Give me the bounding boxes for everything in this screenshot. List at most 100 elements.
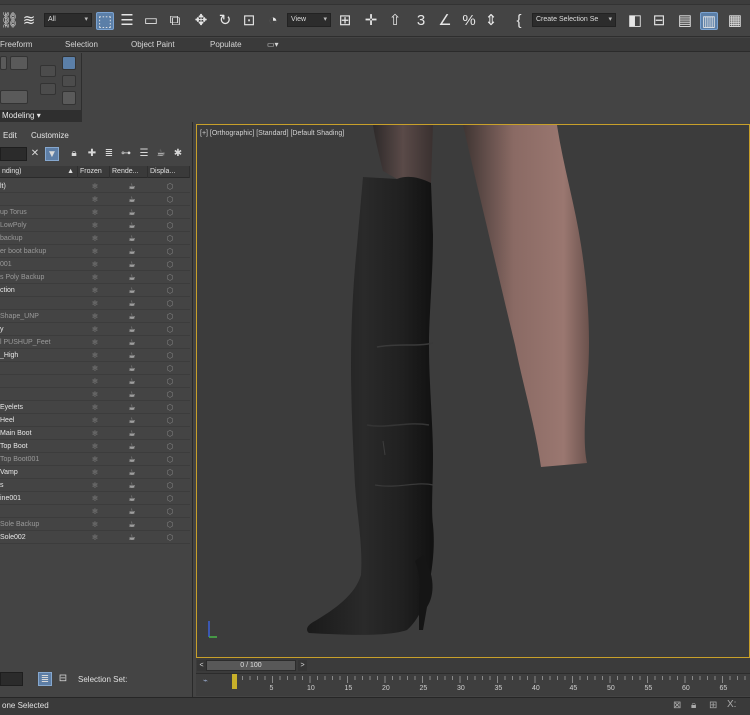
explorer-row[interactable]: ❄ ☕︎ ⬡ xyxy=(0,362,190,375)
renderable-toggle-icon[interactable]: ☕︎ xyxy=(114,479,150,492)
scale-icon[interactable]: ⊡ xyxy=(240,12,258,30)
display-toggle-icon[interactable]: ⬡ xyxy=(152,453,188,466)
renderable-toggle-icon[interactable]: ☕︎ xyxy=(114,206,150,219)
ribbon-options-icon[interactable]: ▭▾ xyxy=(267,38,279,52)
renderable-toggle-icon[interactable]: ☕︎ xyxy=(114,245,150,258)
renderable-toggle-icon[interactable]: ☕︎ xyxy=(114,323,150,336)
renderable-toggle-icon[interactable]: ☕︎ xyxy=(114,518,150,531)
frozen-toggle-icon[interactable]: ❄ xyxy=(80,323,110,336)
rotate-icon[interactable]: ↻ xyxy=(216,12,234,30)
frozen-toggle-icon[interactable]: ❄ xyxy=(80,388,110,401)
renderable-toggle-icon[interactable]: ☕︎ xyxy=(114,349,150,362)
selection-set-field[interactable] xyxy=(0,672,23,686)
frozen-toggle-icon[interactable]: ❄ xyxy=(80,440,110,453)
renderable-toggle-icon[interactable]: ☕︎ xyxy=(114,440,150,453)
frozen-toggle-icon[interactable]: ❄ xyxy=(80,453,110,466)
ribbon-button[interactable] xyxy=(0,56,7,70)
tab-selection[interactable]: Selection xyxy=(65,38,98,52)
frozen-toggle-icon[interactable]: ❄ xyxy=(80,193,110,206)
display-toggle-icon[interactable]: ⬡ xyxy=(152,271,188,284)
ribbon-button[interactable] xyxy=(10,56,28,70)
explorer-row[interactable]: ❄ ☕︎ ⬡ xyxy=(0,297,190,310)
display-layers-icon[interactable]: ⊟ xyxy=(56,672,70,686)
time-next-button[interactable]: > xyxy=(298,660,307,671)
display-toggle-icon[interactable]: ⬡ xyxy=(152,427,188,440)
time-cursor[interactable] xyxy=(232,674,237,689)
layer-stack-icon[interactable]: ☰ xyxy=(137,147,151,161)
explorer-row[interactable]: ❄ ☕︎ ⬡ xyxy=(0,375,190,388)
curve-editor-icon[interactable]: ⌁ xyxy=(203,676,217,688)
display-toggle-icon[interactable]: ⬡ xyxy=(152,414,188,427)
explorer-row[interactable]: Sole Backup ❄ ☕︎ ⬡ xyxy=(0,518,190,531)
align-icon[interactable]: ⊟ xyxy=(650,12,668,30)
explorer-row[interactable]: 001 ❄ ☕︎ ⬡ xyxy=(0,258,190,271)
explorer-row[interactable]: er boot backup ❄ ☕︎ ⬡ xyxy=(0,245,190,258)
explorer-row[interactable]: _High ❄ ☕︎ ⬡ xyxy=(0,349,190,362)
display-toggle-icon[interactable]: ⬡ xyxy=(152,492,188,505)
frozen-toggle-icon[interactable]: ❄ xyxy=(80,401,110,414)
frozen-toggle-icon[interactable]: ❄ xyxy=(80,336,110,349)
scene-explorer-icon[interactable]: ▤ xyxy=(676,12,694,30)
column-renderable[interactable]: Rende... xyxy=(110,166,148,178)
ribbon-button[interactable] xyxy=(40,83,56,95)
renderable-toggle-icon[interactable]: ☕︎ xyxy=(114,271,150,284)
display-toggle-icon[interactable]: ⬡ xyxy=(152,531,188,544)
frozen-toggle-icon[interactable]: ❄ xyxy=(80,310,110,323)
explorer-row[interactable]: y ❄ ☕︎ ⬡ xyxy=(0,323,190,336)
explorer-row[interactable]: LowPoly ❄ ☕︎ ⬡ xyxy=(0,219,190,232)
light-icon[interactable]: ✱ xyxy=(171,147,185,161)
ribbon-button[interactable] xyxy=(40,65,56,77)
explorer-row[interactable]: backup ❄ ☕︎ ⬡ xyxy=(0,232,190,245)
explorer-row[interactable]: ❄ ☕︎ ⬡ xyxy=(0,193,190,206)
ribbon-button-active[interactable] xyxy=(62,56,76,70)
explorer-row[interactable]: Top Boot001 ❄ ☕︎ ⬡ xyxy=(0,453,190,466)
explorer-search-input[interactable] xyxy=(0,147,27,161)
renderable-toggle-icon[interactable]: ☕︎ xyxy=(114,505,150,518)
frozen-toggle-icon[interactable]: ❄ xyxy=(80,375,110,388)
percent-snap-icon[interactable]: % xyxy=(460,12,478,30)
frozen-toggle-icon[interactable]: ❄ xyxy=(80,518,110,531)
track-bar[interactable] xyxy=(196,673,750,696)
tab-populate[interactable]: Populate xyxy=(210,38,242,52)
frozen-toggle-icon[interactable]: ❄ xyxy=(80,466,110,479)
display-toggle-icon[interactable]: ⬡ xyxy=(152,518,188,531)
layer-explorer-icon[interactable]: ▥ xyxy=(700,12,718,30)
teapot-icon[interactable]: ☕︎ xyxy=(154,147,168,161)
renderable-toggle-icon[interactable]: ☕︎ xyxy=(114,258,150,271)
display-toggle-icon[interactable]: ⬡ xyxy=(152,401,188,414)
explorer-row[interactable]: s ❄ ☕︎ ⬡ xyxy=(0,479,190,492)
ribbon-button[interactable] xyxy=(62,91,76,105)
layers-icon[interactable]: ≣ xyxy=(102,147,116,161)
display-toggle-icon[interactable]: ⬡ xyxy=(152,388,188,401)
column-name[interactable]: nding) ▲ xyxy=(0,166,78,178)
absolute-mode-icon[interactable]: ⊞ xyxy=(709,700,717,711)
spinner-snap-icon[interactable]: ⇕ xyxy=(482,12,500,30)
keyboard-shortcut-icon[interactable]: ⇧ xyxy=(386,12,404,30)
selection-lock-icon[interactable]: 🔒︎ xyxy=(691,700,696,711)
explorer-row[interactable]: Main Boot ❄ ☕︎ ⬡ xyxy=(0,427,190,440)
rectangular-selection-icon[interactable]: ▭ xyxy=(142,12,160,30)
renderable-toggle-icon[interactable]: ☕︎ xyxy=(114,466,150,479)
frozen-toggle-icon[interactable]: ❄ xyxy=(80,492,110,505)
explorer-row[interactable]: lt) ❄ ☕︎ ⬡ xyxy=(0,180,190,193)
explorer-menu-edit[interactable]: Edit xyxy=(3,129,17,143)
pivot-point-icon[interactable]: ⊞ xyxy=(336,12,354,30)
renderable-toggle-icon[interactable]: ☕︎ xyxy=(114,336,150,349)
column-frozen[interactable]: Frozen xyxy=(78,166,110,178)
selection-filter-dropdown[interactable]: All xyxy=(44,13,92,27)
display-toggle-icon[interactable]: ⬡ xyxy=(152,505,188,518)
renderable-toggle-icon[interactable]: ☕︎ xyxy=(114,427,150,440)
renderable-toggle-icon[interactable]: ☕︎ xyxy=(114,310,150,323)
frozen-toggle-icon[interactable]: ❄ xyxy=(80,349,110,362)
explorer-row[interactable]: up Torus ❄ ☕︎ ⬡ xyxy=(0,206,190,219)
renderable-toggle-icon[interactable]: ☕︎ xyxy=(114,219,150,232)
edit-named-selection-icon[interactable]: { xyxy=(510,12,528,30)
display-toggle-icon[interactable]: ⬡ xyxy=(152,336,188,349)
frozen-toggle-icon[interactable]: ❄ xyxy=(80,284,110,297)
tab-object-paint[interactable]: Object Paint xyxy=(131,38,175,52)
angle-snap-icon[interactable]: ∠ xyxy=(436,12,454,30)
frozen-toggle-icon[interactable]: ❄ xyxy=(80,531,110,544)
renderable-toggle-icon[interactable]: ☕︎ xyxy=(114,297,150,310)
explorer-row[interactable]: l PUSHUP_Feet ❄ ☕︎ ⬡ xyxy=(0,336,190,349)
renderable-toggle-icon[interactable]: ☕︎ xyxy=(114,232,150,245)
